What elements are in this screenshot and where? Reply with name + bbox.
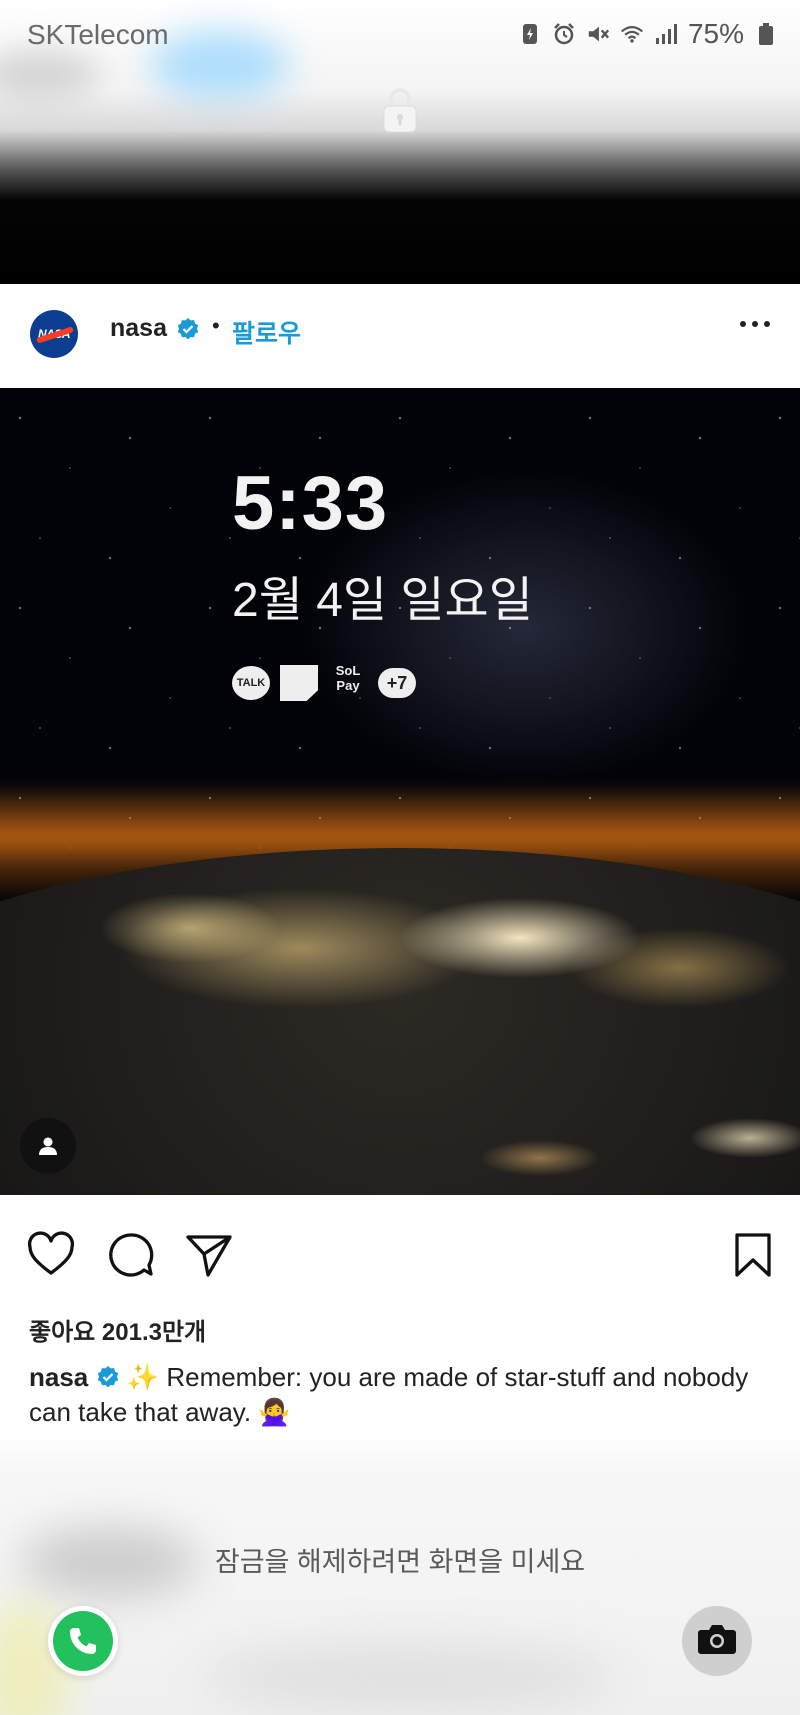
more-notifications-badge: +7	[378, 668, 416, 698]
lock-icon	[381, 86, 419, 134]
battery-icon	[754, 20, 778, 48]
share-send-icon[interactable]	[184, 1230, 234, 1280]
separator-dot: •	[212, 313, 220, 338]
status-bar: SKTelecom 75%	[0, 0, 800, 72]
bookmark-icon[interactable]	[728, 1230, 778, 1280]
carrier-name: SKTelecom	[27, 19, 169, 50]
post-image[interactable]: 5:33 2월 4일 일요일 TALK SoL Pay +7	[0, 388, 800, 1195]
caption-username[interactable]: nasa	[29, 1362, 88, 1392]
lockscreen-time: 5:33	[232, 461, 389, 546]
kakaotalk-icon: TALK	[232, 666, 270, 700]
verified-badge-icon	[96, 1363, 120, 1388]
comment-icon[interactable]	[106, 1230, 156, 1280]
post-caption: nasa ✨ Remember: you are made of star-st…	[29, 1360, 769, 1430]
more-options-icon[interactable]	[740, 314, 774, 334]
wifi-icon	[620, 20, 644, 48]
camera-shortcut-button[interactable]	[682, 1606, 752, 1676]
tagged-user-icon[interactable]	[20, 1118, 76, 1174]
username[interactable]: nasa	[110, 314, 167, 343]
verified-badge-icon	[176, 317, 200, 341]
follow-button[interactable]: 팔로우	[232, 314, 301, 350]
memo-icon	[280, 665, 318, 701]
mute-icon	[586, 20, 610, 48]
battery-percent: 75%	[687, 18, 744, 49]
city-lights	[0, 858, 800, 1195]
post-header: NASA nasa • 팔로우	[0, 284, 800, 388]
camera-icon	[697, 1622, 737, 1661]
lockscreen-date: 2월 4일 일요일	[232, 574, 533, 627]
phone-icon	[53, 1611, 113, 1671]
like-heart-icon[interactable]	[26, 1230, 76, 1280]
battery-saver-icon	[518, 20, 542, 48]
post-actions	[0, 1195, 800, 1315]
blur-shape	[200, 1642, 620, 1712]
solpay-bottom: Pay	[336, 678, 360, 693]
solpay-top: SoL	[335, 663, 361, 678]
avatar[interactable]: NASA	[30, 310, 78, 358]
caption-text: ✨ Remember: you are made of star-stuff a…	[29, 1362, 749, 1427]
lockscreen-notification-icons: TALK SoL Pay +7	[232, 663, 416, 703]
like-count[interactable]: 좋아요 201.3만개	[29, 1312, 206, 1347]
unlock-hint: 잠금을 해제하려면 화면을 미세요	[214, 1547, 586, 1577]
phone-shortcut-button[interactable]	[48, 1606, 118, 1676]
signal-icon	[654, 20, 678, 48]
alarm-icon	[552, 20, 576, 48]
solpay-icon: SoL Pay	[328, 663, 368, 703]
status-icons: 75%	[518, 18, 778, 50]
